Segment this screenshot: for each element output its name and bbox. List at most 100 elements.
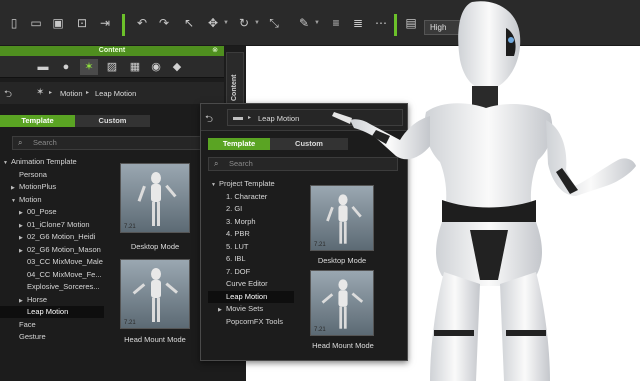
collapsed-arrow-icon[interactable]: ▶ — [19, 295, 27, 307]
props-tab-icon[interactable]: ◆ — [168, 59, 186, 75]
search-placeholder: Search — [229, 159, 253, 168]
collapsed-arrow-icon[interactable]: ▶ — [19, 232, 27, 244]
thumbnail-version: 7.21 — [124, 224, 136, 230]
tree-item-label: Leap Motion — [27, 307, 69, 316]
tab-template[interactable]: Template — [0, 115, 75, 127]
tree-item[interactable]: 2. GI — [208, 203, 294, 215]
tree-item[interactable]: Leap Motion — [0, 306, 104, 318]
tree-item[interactable]: Curve Editor — [208, 278, 294, 290]
tree-item-label: 4. PBR — [226, 229, 250, 238]
tree-item[interactable]: 1. Character — [208, 191, 294, 203]
motion-thumbnail[interactable]: 7.21 — [120, 163, 190, 233]
tree-item[interactable]: 04_CC MixMove_Fe... — [0, 269, 104, 281]
tree-item-label: 5. LUT — [226, 241, 249, 251]
tree-item-label: 00_Pose — [27, 207, 57, 216]
tree-item[interactable]: 5. LUT — [208, 241, 294, 253]
tree-item[interactable]: ▶ 02_G6 Motion_Mason — [0, 244, 104, 256]
tree-item-label: Horse — [27, 294, 48, 304]
rotate-icon[interactable]: ↻ — [236, 16, 252, 30]
export-icon[interactable]: ⇥ — [97, 16, 113, 30]
tree-item[interactable]: ▶ MotionPlus — [0, 181, 104, 193]
open-folder-icon[interactable]: ▭ — [28, 16, 44, 30]
expanded-arrow-icon[interactable]: ▼ — [3, 157, 11, 169]
save-icon[interactable]: ▣ — [50, 16, 66, 30]
leap-template-tree: ▼ Project Template 1. Character 2. GI 3. Mor… — [208, 178, 294, 338]
tree-item-label: 03_CC MixMove_Male — [27, 257, 103, 266]
tree-item[interactable]: Persona — [0, 169, 104, 181]
tree-item[interactable]: Gesture — [0, 331, 104, 343]
breadcrumb-item[interactable]: Leap Motion — [95, 89, 136, 98]
tree-item[interactable]: ▶ 02_G6 Motion_Heidi — [0, 231, 104, 243]
tree-item[interactable]: ▶ Horse — [0, 294, 104, 306]
new-file-icon[interactable]: ▯ — [6, 16, 22, 30]
tree-item-label: 04_CC MixMove_Fe... — [27, 269, 102, 279]
tree-item-label: 6. IBL — [226, 254, 246, 263]
move-icon[interactable]: ✥ — [205, 16, 221, 30]
rotate-dropdown-icon[interactable]: ▼ — [254, 20, 260, 26]
thumbnail-label: Desktop Mode — [130, 242, 180, 251]
tree-item[interactable]: Face — [0, 319, 104, 331]
expanded-arrow-icon[interactable]: ▼ — [11, 195, 19, 207]
breadcrumb: ⮌ ✶ ▸ Motion ▸ Leap Motion — [0, 82, 224, 104]
tree-item-label: Gesture — [19, 332, 46, 341]
actor-tab-icon[interactable]: ● — [57, 59, 75, 75]
import-icon[interactable]: ⊡ — [74, 16, 90, 30]
scene-tab-icon[interactable]: ▨ — [103, 59, 121, 75]
collapsed-arrow-icon[interactable]: ▶ — [19, 220, 27, 232]
tree-item-label: Persona — [19, 169, 47, 179]
search-input[interactable]: ⌕ Search — [12, 136, 224, 150]
tree-item-label: 02_G6 Motion_Mason — [27, 244, 101, 254]
tree-item[interactable]: Leap Motion — [208, 290, 294, 303]
breadcrumb-sep-icon: ▸ — [86, 90, 90, 96]
breadcrumb-item[interactable]: Motion — [60, 89, 83, 98]
tree-item[interactable]: 7. DOF — [208, 266, 294, 278]
tree-item[interactable]: ▼ Motion — [0, 194, 104, 206]
tree-item[interactable]: ▶ 01_iClone7 Motion — [0, 219, 104, 231]
collapsed-arrow-icon[interactable]: ▶ — [11, 182, 19, 194]
tree-item-label: 02_G6 Motion_Heidi — [27, 232, 96, 241]
tree-item[interactable]: PopcornFX Tools — [208, 316, 294, 328]
search-icon: ⌕ — [214, 159, 219, 168]
tree-item-label: 2. GI — [226, 204, 243, 213]
animation-tab-icon[interactable]: ✶ — [80, 59, 98, 75]
tree-item[interactable]: Explosive_Sorceres... — [0, 281, 104, 293]
motion-thumbnail[interactable]: 7.21 — [120, 259, 190, 329]
expanded-arrow-icon[interactable]: ▼ — [211, 179, 219, 191]
back-icon[interactable]: ⮌ — [4, 87, 12, 104]
tree-item[interactable]: 6. IBL — [208, 253, 294, 265]
move-dropdown-icon[interactable]: ▼ — [223, 20, 229, 26]
collapsed-arrow-icon[interactable]: ▶ — [19, 207, 27, 219]
thumbnail-version: 7.21 — [314, 242, 326, 248]
tree-item[interactable]: 03_CC MixMove_Male — [0, 256, 104, 268]
scale-icon[interactable]: ⤡ — [266, 16, 282, 30]
eyedropper-icon[interactable]: ✎ — [296, 16, 312, 30]
tree-item[interactable]: ▶ 00_Pose — [0, 206, 104, 218]
close-icon[interactable]: ⊗ — [210, 46, 220, 56]
back-icon[interactable]: ⮌ — [205, 112, 213, 129]
select-arrow-icon[interactable]: ↖ — [181, 16, 197, 30]
breadcrumb-sep-icon: ▸ — [248, 115, 252, 121]
tab-template[interactable]: Template — [208, 138, 270, 150]
breadcrumb-sep-icon: ▸ — [49, 90, 53, 96]
project-tab-icon[interactable]: ▬ — [34, 59, 52, 75]
tree-item[interactable]: 4. PBR — [208, 228, 294, 240]
content-panel-title: Content — [0, 46, 224, 56]
collapsed-arrow-icon[interactable]: ▶ — [19, 245, 27, 257]
tree-item[interactable]: ▶ Movie Sets — [208, 303, 294, 315]
tree-item[interactable]: ▼ Animation Template — [0, 156, 104, 168]
image-tab-icon[interactable]: ▦ — [126, 59, 144, 75]
tab-custom[interactable]: Custom — [75, 115, 150, 127]
breadcrumb-item[interactable]: Leap Motion — [258, 114, 299, 123]
tree-item-label: Explosive_Sorceres... — [27, 282, 100, 291]
tree-item-label: MotionPlus — [19, 182, 57, 191]
media-tab-icon[interactable]: ◉ — [147, 59, 165, 75]
redo-icon[interactable]: ↷ — [156, 16, 172, 30]
tree-item[interactable]: 3. Morph — [208, 216, 294, 228]
robot-figure — [332, 1, 636, 381]
eyedropper-dropdown-icon[interactable]: ▼ — [314, 20, 320, 26]
robot-thumbnail-image — [137, 172, 177, 226]
collapsed-arrow-icon[interactable]: ▶ — [218, 304, 226, 316]
tree-item[interactable]: ▼ Project Template — [208, 178, 294, 190]
undo-icon[interactable]: ↶ — [134, 16, 150, 30]
search-icon: ⌕ — [18, 138, 23, 147]
